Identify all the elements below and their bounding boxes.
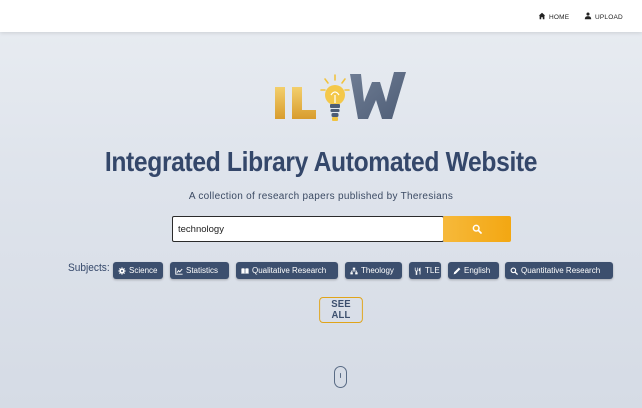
subject-chip-english[interactable]: English bbox=[448, 262, 499, 279]
subjects-label: Subjects: bbox=[68, 262, 110, 274]
subject-chip-label: Qualitative Research bbox=[252, 266, 327, 275]
search-icon bbox=[472, 224, 482, 234]
subject-chip-science[interactable]: Science bbox=[113, 262, 163, 279]
page-subtitle: A collection of research papers publishe… bbox=[188, 191, 454, 202]
scroll-wheel-dot bbox=[339, 373, 341, 378]
subject-chip-qualitative-research[interactable]: Qualitative Research bbox=[236, 262, 338, 279]
ilw-logo: ILW bbox=[272, 70, 412, 122]
chart-line-icon bbox=[175, 267, 183, 275]
home-icon bbox=[538, 12, 546, 22]
page-title: Integrated Library Automated Website bbox=[104, 146, 538, 177]
gear-icon bbox=[118, 266, 126, 275]
search-button[interactable] bbox=[443, 216, 511, 242]
lightbulb-icon bbox=[320, 74, 350, 121]
subject-chip-label: Quantitative Research bbox=[521, 266, 601, 275]
subject-chip-label: English bbox=[464, 266, 491, 275]
subject-chip-label: Science bbox=[129, 266, 158, 275]
subject-chip-label: Statistics bbox=[186, 266, 219, 275]
see-all-button[interactable]: SEE ALL bbox=[319, 297, 363, 323]
scroll-down-indicator[interactable] bbox=[334, 366, 347, 388]
subject-chip-quantitative-research[interactable]: Quantitative Research bbox=[505, 262, 613, 279]
sitemap-icon bbox=[350, 267, 358, 275]
subject-chip-statistics[interactable]: Statistics bbox=[170, 262, 229, 279]
subject-chip-tle[interactable]: TLE bbox=[409, 262, 441, 279]
top-navbar: HOME UPLOAD bbox=[0, 0, 642, 32]
nav-upload-label: UPLOAD bbox=[595, 13, 623, 21]
search-input[interactable] bbox=[172, 216, 444, 242]
pen-icon bbox=[453, 267, 461, 275]
nav-home-link[interactable]: HOME bbox=[538, 11, 569, 23]
utensils-icon bbox=[414, 267, 422, 275]
nav-upload-link[interactable]: UPLOAD bbox=[584, 11, 623, 23]
subject-chip-label: Theology bbox=[361, 266, 394, 275]
book-open-icon bbox=[241, 267, 249, 275]
nav-home-label: HOME bbox=[549, 13, 570, 21]
upload-icon bbox=[584, 12, 592, 22]
subject-chip-theology[interactable]: Theology bbox=[345, 262, 402, 279]
search-icon bbox=[510, 267, 518, 275]
subject-chip-label: TLE bbox=[425, 266, 440, 275]
